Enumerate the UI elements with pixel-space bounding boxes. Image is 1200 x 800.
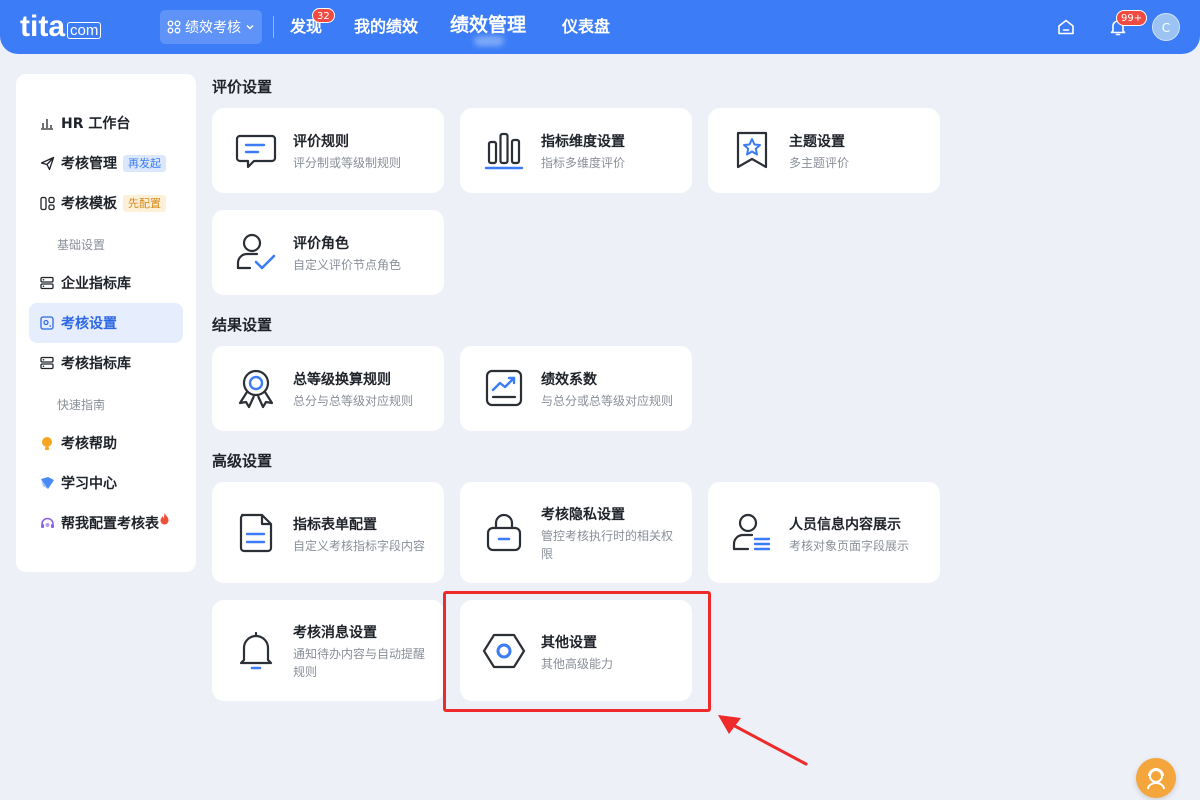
highlight-annotation-box bbox=[443, 591, 711, 712]
card-description: 与总分或总等级对应规则 bbox=[541, 394, 674, 408]
sidebar-item-label: HR 工作台 bbox=[61, 116, 131, 132]
sidebar-item-label: 企业指标库 bbox=[61, 276, 131, 292]
tita-logo[interactable]: tita com bbox=[20, 10, 102, 43]
section-title-result: 结果设置 bbox=[212, 316, 273, 334]
card-title: 指标表单配置 bbox=[293, 517, 377, 533]
card-description: 管控考核执行时的相关权限 bbox=[541, 529, 674, 561]
card-privacy[interactable]: 考核隐私设置 管控考核执行时的相关权限 bbox=[460, 482, 692, 583]
sidebar-item-label: 考核帮助 bbox=[61, 436, 117, 452]
card-description: 自定义考核指标字段内容 bbox=[293, 539, 426, 553]
arrow-annotation-icon bbox=[718, 715, 808, 766]
message-icon bbox=[235, 134, 277, 169]
chevron-down-icon bbox=[246, 25, 254, 30]
sidebar-item-configure-form[interactable]: 帮我配置考核表 bbox=[29, 503, 183, 543]
sidebar-item-label: 帮我配置考核表 bbox=[61, 516, 159, 532]
bar-chart-icon bbox=[39, 115, 55, 131]
card-title: 考核隐私设置 bbox=[541, 507, 625, 523]
card-title: 指标维度设置 bbox=[541, 134, 625, 150]
support-agent-icon bbox=[1147, 768, 1165, 790]
module-switcher[interactable]: 绩效考核 bbox=[160, 10, 262, 44]
database-icon bbox=[39, 355, 55, 371]
card-title: 主题设置 bbox=[789, 134, 845, 150]
card-title: 总等级换算规则 bbox=[293, 372, 391, 388]
sidebar-group-quick-guide: 快速指南 bbox=[57, 398, 106, 412]
card-description: 通知待办内容与自动提醒规则 bbox=[293, 647, 426, 679]
card-title: 人员信息内容展示 bbox=[789, 517, 901, 533]
sidebar-item-label: 考核设置 bbox=[61, 316, 117, 332]
headset-icon bbox=[39, 515, 55, 531]
apps-icon bbox=[167, 20, 181, 34]
sidebar-item-label: 考核模板 bbox=[61, 196, 117, 212]
sidebar-item-review-settings[interactable]: 考核设置 bbox=[29, 303, 183, 343]
sidebar-group-basic-settings: 基础设置 bbox=[57, 238, 106, 252]
nav-my-performance[interactable]: 我的绩效 bbox=[354, 15, 418, 39]
sidebar-item-enterprise-indicator-library[interactable]: 企业指标库 bbox=[29, 263, 183, 303]
lightbulb-icon bbox=[39, 435, 55, 451]
home-icon[interactable] bbox=[1056, 17, 1076, 37]
card-theme[interactable]: 主题设置 多主题评价 bbox=[708, 108, 940, 193]
book-icon bbox=[39, 475, 55, 491]
card-description: 考核对象页面字段展示 bbox=[789, 539, 910, 553]
database-icon bbox=[39, 275, 55, 291]
card-description: 指标多维度评价 bbox=[541, 156, 626, 170]
nav-performance-management[interactable]: 绩效管理 bbox=[450, 13, 526, 37]
card-description: 自定义评价节点角色 bbox=[293, 258, 402, 272]
card-description: 评分制或等级制规则 bbox=[293, 156, 402, 170]
sidebar-item-label: 考核指标库 bbox=[61, 356, 131, 372]
card-description: 总分与总等级对应规则 bbox=[293, 394, 414, 408]
bell-icon bbox=[239, 631, 273, 670]
active-nav-indicator bbox=[474, 36, 504, 46]
award-icon bbox=[238, 369, 274, 409]
sidebar-item-label: 学习中心 bbox=[61, 476, 117, 492]
bar-chart-icon bbox=[484, 132, 524, 170]
nav-divider bbox=[273, 16, 274, 38]
star-badge-icon bbox=[736, 131, 768, 169]
configure-first-tag: 先配置 bbox=[123, 194, 166, 212]
card-message-settings[interactable]: 考核消息设置 通知待办内容与自动提醒规则 bbox=[212, 600, 444, 701]
settings-document-icon bbox=[39, 315, 55, 331]
sidebar: HR 工作台 考核管理 再发起 考核模板 先配置 基础设置 企业指标库 考核设置… bbox=[16, 74, 196, 572]
card-performance-coefficient[interactable]: 绩效系数 与总分或总等级对应规则 bbox=[460, 346, 692, 431]
card-indicator-dimensions[interactable]: 指标维度设置 指标多维度评价 bbox=[460, 108, 692, 193]
sidebar-item-hr-workbench[interactable]: HR 工作台 bbox=[29, 103, 183, 143]
customer-service-button[interactable] bbox=[1136, 758, 1176, 798]
notification-badge: 99+ bbox=[1116, 10, 1148, 26]
card-evaluation-rules[interactable]: 评价规则 评分制或等级制规则 bbox=[212, 108, 444, 193]
send-icon bbox=[39, 155, 55, 171]
trend-chart-icon bbox=[485, 369, 523, 407]
card-title: 考核消息设置 bbox=[293, 625, 377, 641]
lock-icon bbox=[486, 513, 522, 552]
user-avatar[interactable]: C bbox=[1152, 13, 1180, 41]
sidebar-item-label: 考核管理 bbox=[61, 156, 117, 172]
template-icon bbox=[39, 195, 55, 211]
discover-count-badge: 32 bbox=[312, 8, 335, 23]
sidebar-item-review-template[interactable]: 考核模板 先配置 bbox=[29, 183, 183, 223]
fire-icon bbox=[160, 513, 169, 525]
top-navigation-bar: tita com 绩效考核 发现 32 我的绩效 绩效管理 仪表盘 99+ C bbox=[0, 0, 1200, 54]
document-icon bbox=[239, 513, 273, 553]
sidebar-item-learning-center[interactable]: 学习中心 bbox=[29, 463, 183, 503]
section-title-evaluation: 评价设置 bbox=[212, 78, 273, 96]
relaunch-tag: 再发起 bbox=[123, 154, 166, 172]
logo-text: tita bbox=[20, 10, 65, 43]
section-title-advanced: 高级设置 bbox=[212, 452, 273, 470]
sidebar-item-review-indicator-library[interactable]: 考核指标库 bbox=[29, 343, 183, 383]
user-list-icon bbox=[732, 513, 771, 551]
card-title: 评价角色 bbox=[293, 236, 349, 252]
nav-dashboard[interactable]: 仪表盘 bbox=[562, 15, 610, 39]
sidebar-item-review-management[interactable]: 考核管理 再发起 bbox=[29, 143, 183, 183]
module-switcher-label: 绩效考核 bbox=[185, 20, 241, 36]
card-grade-conversion[interactable]: 总等级换算规则 总分与总等级对应规则 bbox=[212, 346, 444, 431]
card-title: 评价规则 bbox=[293, 134, 349, 150]
user-check-icon bbox=[236, 233, 276, 270]
card-indicator-form[interactable]: 指标表单配置 自定义考核指标字段内容 bbox=[212, 482, 444, 583]
sidebar-item-review-help[interactable]: 考核帮助 bbox=[29, 423, 183, 463]
card-evaluation-roles[interactable]: 评价角色 自定义评价节点角色 bbox=[212, 210, 444, 295]
card-description: 多主题评价 bbox=[789, 156, 850, 170]
logo-suffix: com bbox=[67, 22, 102, 39]
card-title: 绩效系数 bbox=[541, 372, 597, 388]
card-personnel-info[interactable]: 人员信息内容展示 考核对象页面字段展示 bbox=[708, 482, 940, 583]
